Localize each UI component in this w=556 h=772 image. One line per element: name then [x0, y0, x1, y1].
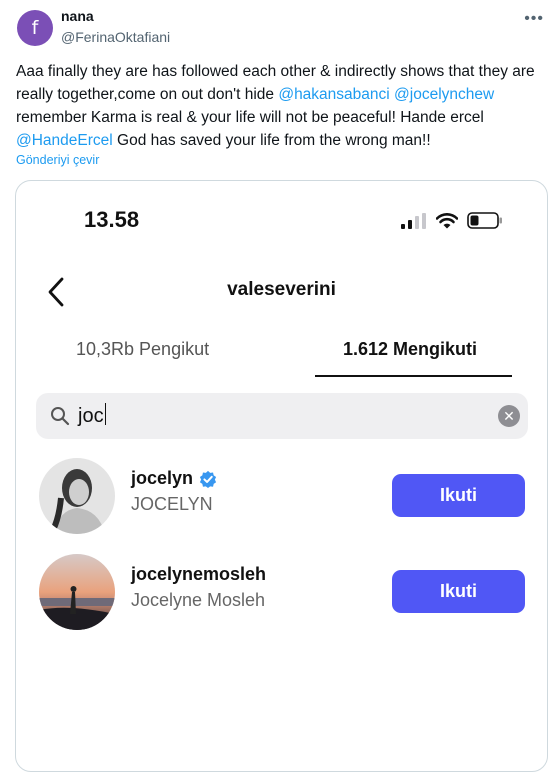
search-icon: [51, 407, 70, 426]
wifi-icon: [436, 212, 458, 228]
status-bar-icons: [401, 212, 503, 229]
follow-button[interactable]: Ikuti: [392, 474, 525, 517]
mention-link[interactable]: @hakansabanci: [278, 86, 389, 103]
status-time: 13.58: [84, 207, 140, 232]
follow-button[interactable]: Ikuti: [392, 570, 525, 613]
avatar[interactable]: [39, 458, 115, 534]
battery-icon: [467, 212, 502, 229]
profile-username-title: valeseverini: [227, 279, 336, 300]
author-display-name[interactable]: nana: [61, 8, 94, 24]
active-tab-indicator: [315, 375, 512, 377]
translate-link[interactable]: Gönderiyi çevir: [16, 153, 99, 167]
search-input[interactable]: joc ✕: [36, 393, 528, 439]
result-username-text: jocelynemosleh: [131, 564, 267, 584]
tweet-text-part: God has saved your life from the wrong m…: [112, 132, 431, 149]
result-username: jocelyn: [131, 468, 217, 489]
result-full-name: Jocelyne Mosleh: [131, 590, 266, 610]
search-query-text: joc: [78, 405, 104, 427]
author-avatar[interactable]: f: [17, 10, 53, 46]
cellular-signal-icon: [401, 212, 426, 229]
account-row[interactable]: jocelyn JOCELYN Ikuti: [16, 458, 547, 542]
tab-following[interactable]: 1.612 Mengikuti: [343, 339, 477, 360]
text-cursor: [104, 403, 107, 425]
result-username-text: jocelyn: [131, 468, 194, 488]
verified-badge-icon: [199, 470, 217, 488]
attached-screenshot[interactable]: 13.58 valeseverini 10,3Rb Pengikut 1.612…: [15, 180, 548, 772]
author-handle[interactable]: @FerinaOktafiani: [61, 29, 170, 45]
more-horizontal-icon[interactable]: •••: [524, 10, 544, 28]
tweet-text: Aaa finally they are has followed each o…: [16, 60, 546, 152]
tab-followers[interactable]: 10,3Rb Pengikut: [76, 339, 209, 360]
result-username: jocelynemosleh: [131, 564, 266, 585]
clear-search-icon[interactable]: ✕: [498, 405, 520, 427]
search-query: joc: [78, 403, 107, 428]
tweet-text-part: remember Karma is real & your life will …: [16, 109, 484, 126]
result-full-name: JOCELYN: [131, 494, 213, 514]
mention-link[interactable]: @jocelynchew: [394, 86, 494, 103]
avatar[interactable]: [39, 554, 115, 630]
mention-link[interactable]: @HandeErcel: [16, 132, 113, 149]
account-row[interactable]: jocelynemosleh Jocelyne Mosleh Ikuti: [16, 554, 547, 638]
